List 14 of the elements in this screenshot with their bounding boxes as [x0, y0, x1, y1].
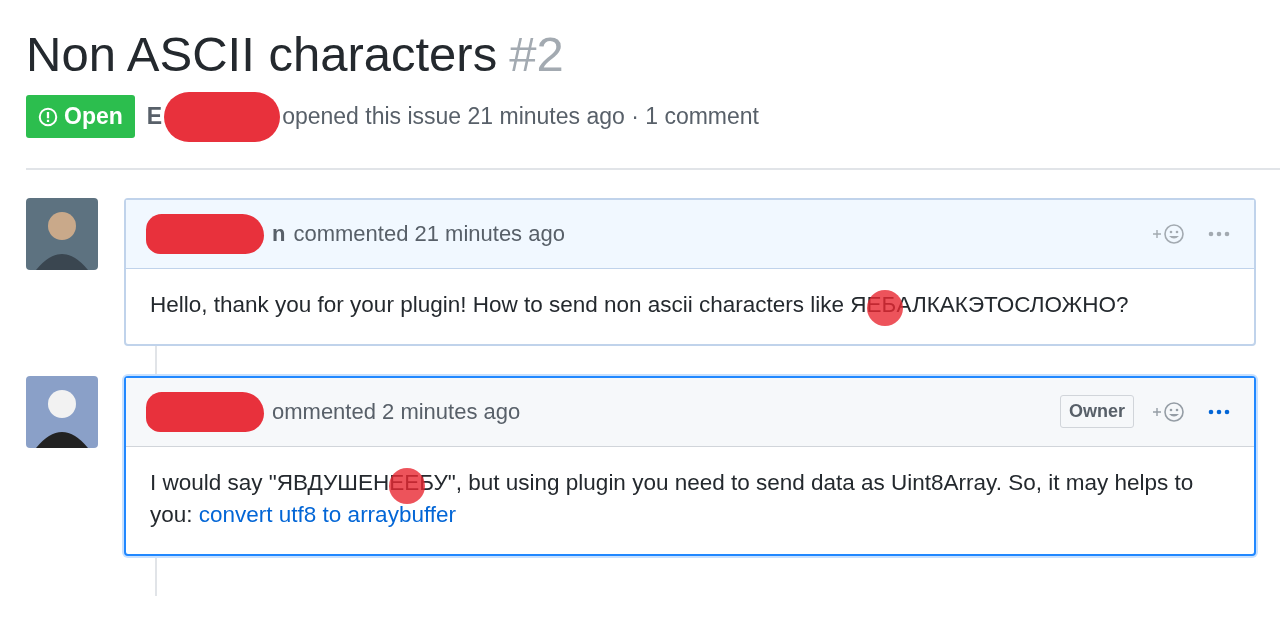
- author-name[interactable]: n: [272, 220, 286, 247]
- link[interactable]: convert utf8 to arraybuffer: [198, 502, 456, 528]
- author-name[interactable]: E: [146, 103, 163, 131]
- alert-icon: [38, 106, 58, 127]
- comment-time: ommented 2 minutes ago: [272, 398, 521, 425]
- issue-number: #2: [509, 28, 564, 82]
- owner-label: Owner: [1060, 395, 1134, 428]
- add-reaction-icon[interactable]: [1152, 400, 1186, 423]
- issue-title: Non ASCII characters: [26, 28, 498, 82]
- comment-time: commented 21 minutes ago: [293, 220, 565, 247]
- more-icon[interactable]: [1208, 408, 1230, 415]
- status-badge: Open: [26, 95, 135, 139]
- issue-meta: opened this issue 21 minutes ago · 1 comment: [282, 103, 759, 131]
- avatar[interactable]: [26, 375, 98, 448]
